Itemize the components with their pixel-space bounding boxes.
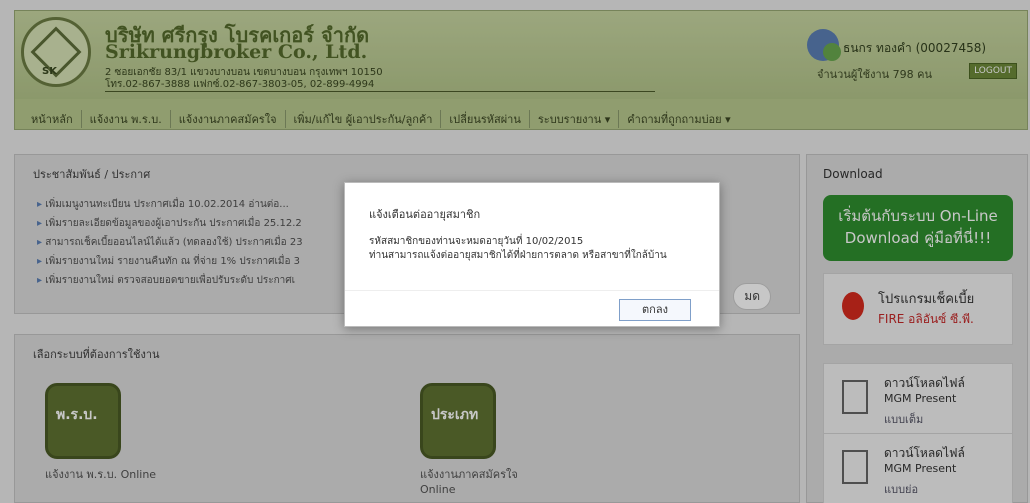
modal-title: แจ้งเตือนต่ออายุสมาชิก [369,208,481,221]
modal-line2: ท่านสามารถแจ้งต่ออายุสมาชิกได้ที่ฝ่ายการ… [369,250,667,261]
modal-body: รหัสสมาชิกของท่านจะหมดอายุวันที่ 10/02/2… [369,235,667,263]
modal-separator [345,290,719,291]
modal-line1: รหัสสมาชิกของท่านจะหมดอายุวันที่ 10/02/2… [369,236,584,247]
membership-renewal-modal: แจ้งเตือนต่ออายุสมาชิก รหัสสมาชิกของท่าน… [344,182,720,327]
ok-button[interactable]: ตกลง [619,299,691,321]
